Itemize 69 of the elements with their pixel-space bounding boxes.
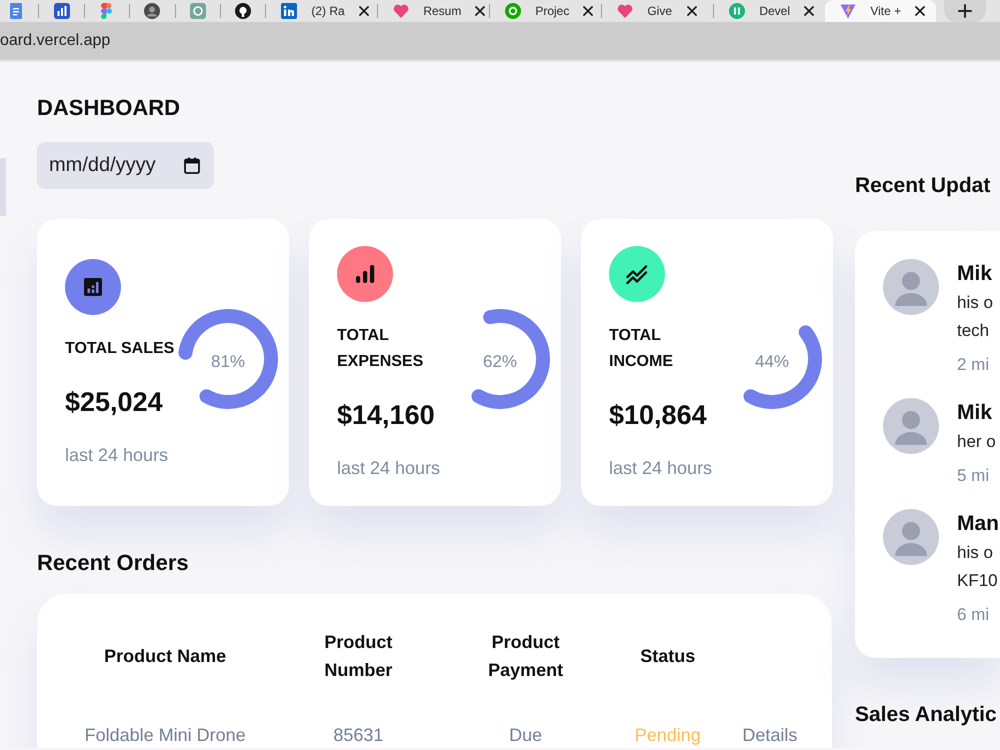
close-icon[interactable] [804, 6, 814, 16]
percent-label: 81% [210, 352, 246, 372]
close-icon[interactable] [687, 6, 698, 16]
table-cell: Foldable Mini Drone [84, 725, 246, 745]
update-time: 6 mi [957, 604, 990, 626]
browser-tab[interactable]: (2) Ra [266, 0, 378, 22]
page-title: DASHBOARD [37, 95, 181, 121]
amount-value: $25,024 [65, 386, 163, 418]
shapes-icon [101, 3, 112, 19]
section-title: Sales Analytic [855, 702, 998, 728]
address-bar[interactable]: oard.vercel.app [0, 22, 1000, 62]
update-message: tech [957, 320, 990, 342]
user-name: Man [957, 511, 999, 537]
close-icon[interactable] [358, 6, 369, 16]
browser-tab[interactable]: Give [602, 0, 714, 22]
update-time: 2 mi [957, 354, 990, 376]
avatar-silhouette-icon [883, 259, 939, 315]
ring-tile-icon [190, 3, 206, 19]
column-header: Product Payment [487, 631, 564, 682]
section-title: Recent Updat [855, 173, 992, 199]
update-time: 5 mi [957, 465, 990, 487]
table-cell: 85631 [333, 725, 384, 745]
browser-tab[interactable]: Devel [714, 0, 826, 22]
update-message: his o [957, 542, 994, 564]
period-label: last 24 hours [337, 456, 440, 480]
amount-value: $14,160 [337, 398, 435, 432]
status-label: Pending [634, 725, 701, 745]
close-icon[interactable] [475, 6, 486, 16]
card-title: TOTAL EXPENSES [337, 326, 424, 372]
plus-icon [958, 4, 972, 18]
column-header: Status [639, 645, 696, 668]
pause-icon [729, 3, 746, 19]
avatar-silhouette-icon [883, 509, 939, 565]
ring-icon [505, 3, 522, 19]
close-icon[interactable] [583, 6, 594, 16]
percent-label: 44% [754, 352, 790, 372]
card-title: TOTAL INCOME [609, 326, 674, 372]
browser-tab[interactable]: Resum [378, 0, 490, 22]
new-tab-button[interactable] [944, 0, 986, 22]
heart-icon [617, 3, 634, 19]
browser-tab[interactable]: Projec [490, 0, 602, 22]
update-message: her o [957, 431, 996, 453]
user-name: Mik [957, 400, 994, 426]
card-title: TOTAL SALES [65, 338, 174, 358]
column-header: Product Name [103, 645, 228, 668]
document-icon [10, 3, 22, 19]
square-logo-icon [281, 3, 298, 19]
avatar-silhouette-icon [883, 398, 939, 454]
details-link[interactable]: Details [742, 725, 798, 745]
period-label: last 24 hours [609, 456, 712, 480]
calendar-icon[interactable] [184, 157, 200, 174]
period-label: last 24 hours [65, 444, 168, 466]
user-name: Mik [957, 261, 993, 287]
browser-tab[interactable]: Vite + [825, 0, 936, 22]
date-field[interactable]: mm/dd/yyyy [37, 142, 214, 189]
keyhole-icon [235, 3, 252, 19]
amount-value: $10,864 [609, 398, 707, 432]
table-cell: Due [509, 725, 542, 745]
update-message: his o [957, 292, 993, 314]
close-icon[interactable] [915, 6, 926, 16]
column-header: Product Number [323, 631, 394, 682]
sidebar-active-indicator [0, 158, 6, 216]
avatar-icon [144, 3, 160, 19]
section-title: Recent Orders [37, 550, 190, 576]
update-message: KF10 [957, 570, 999, 592]
chart-tile-icon [54, 3, 70, 19]
heart-icon [393, 3, 410, 19]
percent-label: 62% [482, 352, 518, 372]
lightning-icon [840, 3, 856, 19]
